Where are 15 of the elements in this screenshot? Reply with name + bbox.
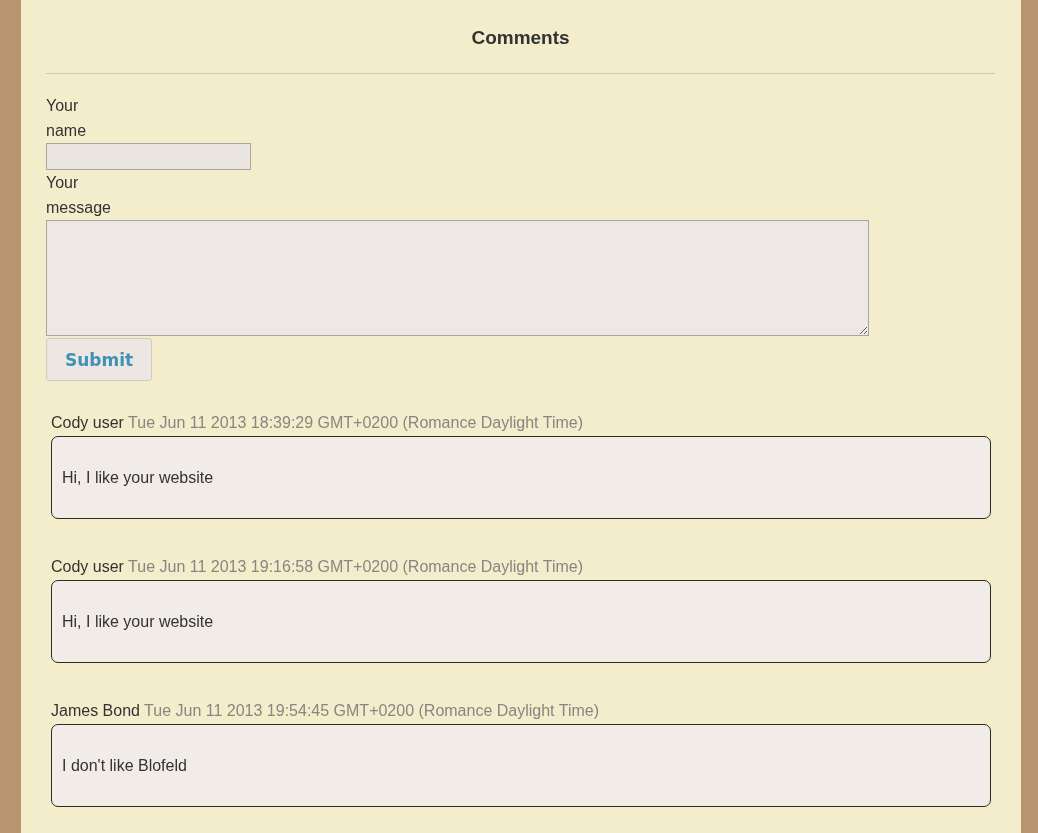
field-label: Your message: [46, 173, 111, 218]
submit-button[interactable]: Submit: [46, 338, 152, 381]
comment-author: James Bond: [51, 702, 140, 719]
comment-author: Cody user: [51, 414, 124, 431]
comment-date: Tue Jun 11 2013 19:16:58 GMT+0200 (Romance Daylight Time): [128, 558, 583, 575]
page-title: Comments: [471, 26, 570, 50]
name-input[interactable]: [46, 143, 251, 170]
comment-text: I don't like Blofeld: [62, 756, 187, 775]
message-textarea[interactable]: [46, 220, 869, 336]
comment-text: Hi, I like your website: [62, 612, 214, 631]
comment-date: Tue Jun 11 2013 18:39:29 GMT+0200 (Romance Daylight Time): [128, 414, 583, 431]
comment-text: Hi, I like your website: [62, 468, 214, 487]
field-label: Your name: [46, 96, 86, 141]
comment-date: Tue Jun 11 2013 19:54:45 GMT+0200 (Romance Daylight Time): [144, 702, 599, 719]
comment-author: Cody user: [51, 558, 124, 575]
